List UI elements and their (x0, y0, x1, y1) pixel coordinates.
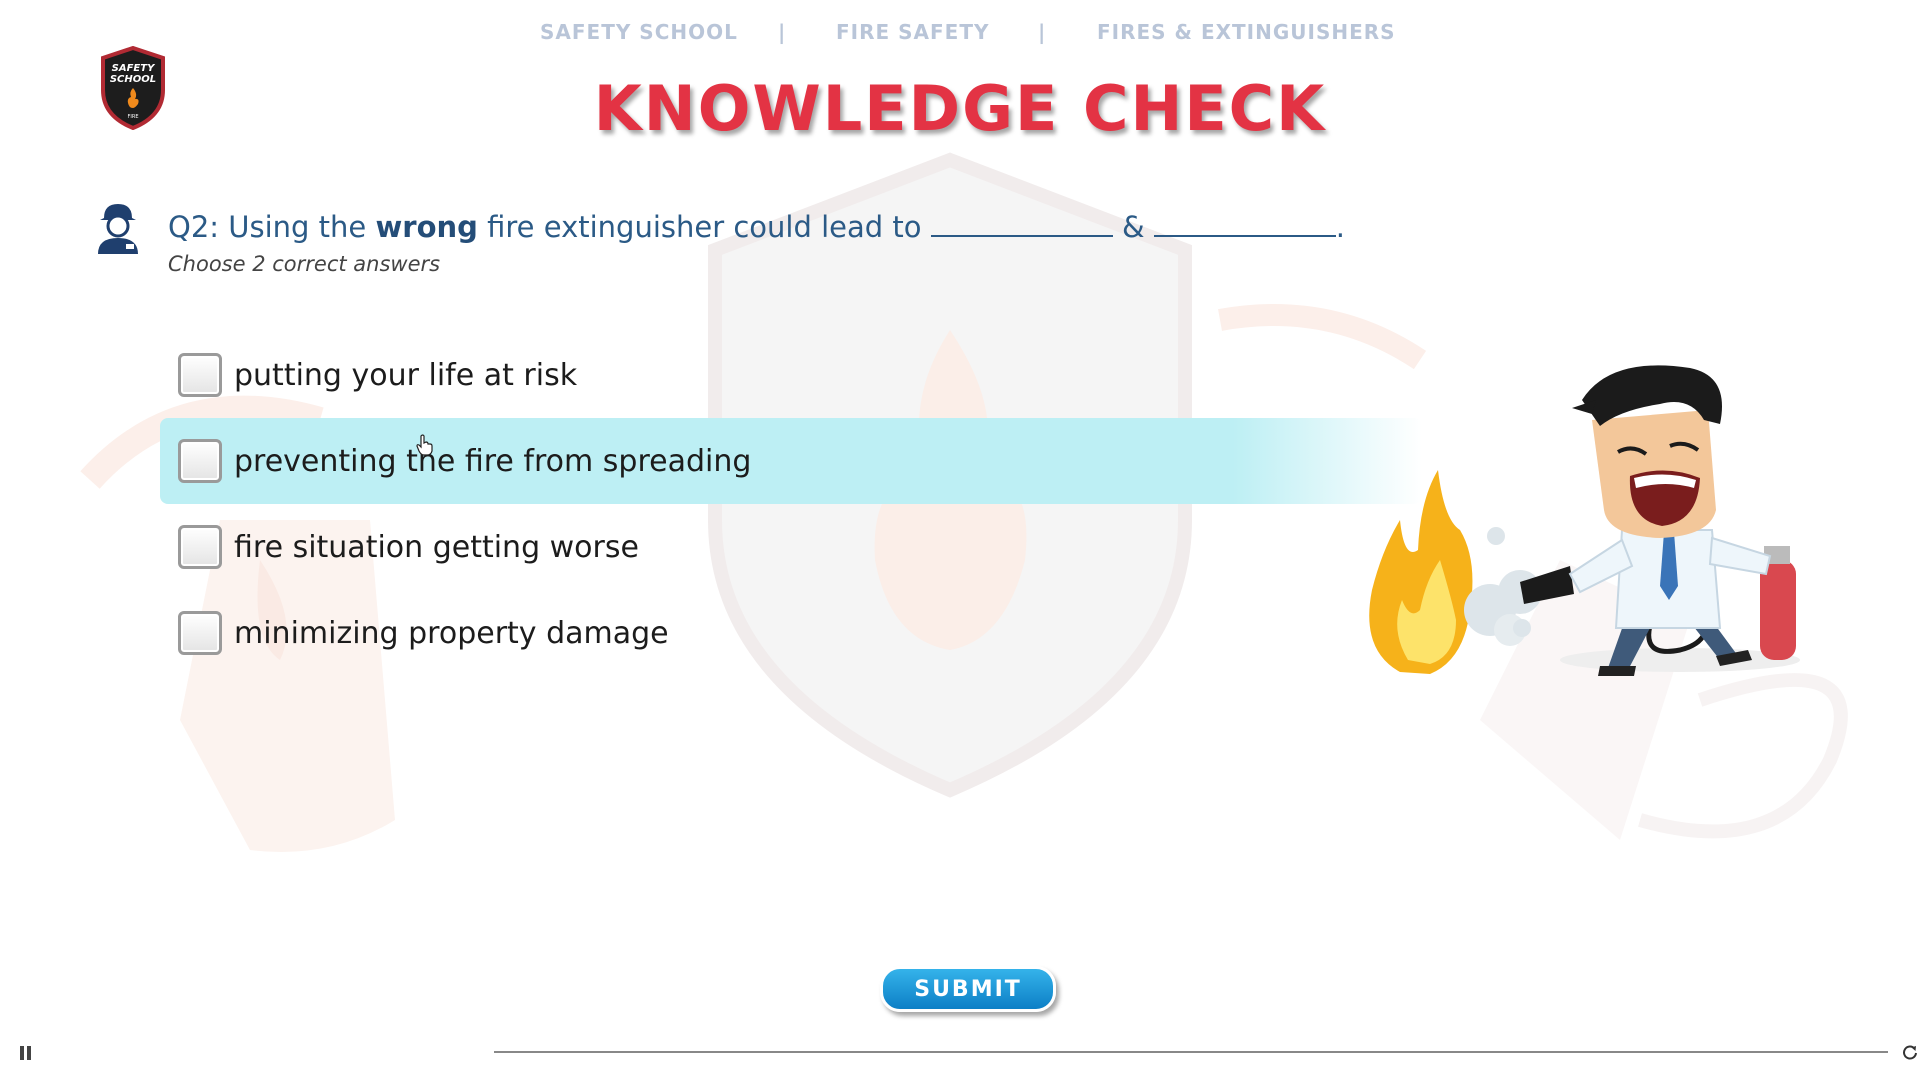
answer-label[interactable]: minimizing property damage (234, 616, 669, 651)
answer-label[interactable]: putting your life at risk (234, 358, 577, 393)
slide: SAFETY SCHOOL | FIRE SAFETY | FIRES & EX… (0, 0, 1920, 1080)
question-text: Q2: Using the wrong fire extinguisher co… (168, 207, 1345, 244)
answer-checkbox[interactable] (178, 525, 222, 569)
answer-blank-1 (930, 207, 1113, 237)
breadcrumb-separator: | (1038, 20, 1047, 44)
question-conjunction: & (1112, 210, 1154, 244)
answer-label[interactable]: fire situation getting worse (234, 530, 639, 565)
breadcrumb-fires-extinguishers: FIRES & EXTINGUISHERS (1097, 20, 1396, 44)
question-end: . (1335, 210, 1346, 244)
breadcrumb-fire-safety: FIRE SAFETY (836, 20, 990, 44)
submit-button[interactable]: SUBMIT (880, 966, 1056, 1012)
replay-icon[interactable] (1902, 1044, 1918, 1060)
question-prefix: Q2: Using the (168, 210, 376, 244)
answer-checkbox[interactable] (178, 611, 222, 655)
answer-option[interactable]: minimizing property damage (160, 590, 1422, 676)
answer-label[interactable]: preventing the fire from spreading (234, 444, 751, 479)
answer-checkbox[interactable] (178, 353, 222, 397)
pause-icon[interactable] (20, 1046, 34, 1060)
answer-option[interactable]: putting your life at risk (160, 332, 1422, 418)
cartoon-man-extinguisher-illustration (1369, 365, 1800, 676)
question-emphasis: wrong (375, 210, 478, 244)
page-title: KNOWLEDGE CHECK (593, 72, 1327, 145)
firefighter-icon (98, 204, 138, 254)
question-instruction: Choose 2 correct answers (168, 252, 441, 276)
answer-option[interactable]: fire situation getting worse (160, 504, 1422, 590)
answer-checkbox[interactable] (178, 439, 222, 483)
answer-option-hovered[interactable]: preventing the fire from spreading (160, 418, 1422, 504)
breadcrumb-separator: | (778, 20, 787, 44)
playback-progress-bar[interactable] (494, 1051, 1888, 1053)
question-middle: fire extinguisher could lead to (477, 210, 931, 244)
hand-pointer-icon (416, 434, 433, 456)
answer-blank-2 (1153, 207, 1336, 237)
breadcrumb-safety-school: SAFETY SCHOOL (540, 20, 738, 44)
